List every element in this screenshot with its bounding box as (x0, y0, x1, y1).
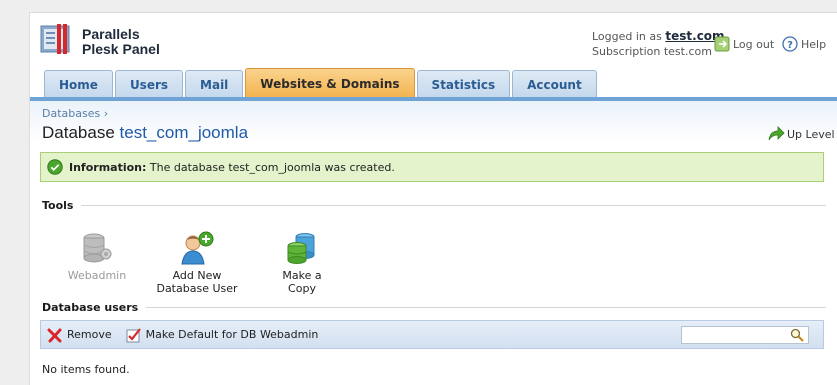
remove-label: Remove (67, 328, 112, 341)
database-name: test_com_joomla (119, 123, 249, 142)
make-default-check-icon (126, 327, 141, 342)
search-input[interactable] (682, 327, 786, 343)
remove-button[interactable]: Remove (47, 327, 112, 343)
help-label: Help (801, 37, 827, 51)
webadmin-tool[interactable]: Webadmin (67, 231, 127, 282)
add-new-database-user-tool[interactable]: Add New Database User (147, 231, 247, 295)
tab-websites-domains[interactable]: Websites & Domains (245, 68, 415, 99)
brand-name: Parallels (82, 26, 140, 42)
make-a-copy-tool[interactable]: Make a Copy (267, 231, 337, 295)
subscription-info: Subscription test.com (592, 45, 712, 58)
brand-product: Plesk Panel (82, 41, 160, 57)
tools-heading: Tools (42, 199, 74, 212)
breadcrumb[interactable]: Databases › (42, 107, 108, 120)
help-icon: ? (782, 36, 798, 52)
tab-mail[interactable]: Mail (185, 70, 244, 99)
info-message-label: Information: (69, 160, 147, 174)
remove-x-icon (47, 328, 62, 342)
up-level-label: Up Level (787, 127, 835, 141)
add-user-icon (181, 231, 214, 265)
database-users-section-header: Database users (42, 301, 826, 314)
success-check-icon (47, 159, 63, 175)
webadmin-label: Webadmin (67, 269, 127, 282)
search-icon[interactable] (790, 328, 804, 342)
add-new-database-user-label: Add New Database User (156, 269, 238, 295)
tab-account[interactable]: Account (512, 70, 597, 99)
search-box (681, 326, 809, 344)
main-tabs: Home Users Mail Websites & Domains Stati… (44, 68, 599, 99)
logged-in-prefix: Logged in as (592, 30, 662, 43)
logout-icon (714, 36, 730, 52)
empty-list-message: No items found. (42, 363, 130, 376)
tab-users[interactable]: Users (114, 70, 184, 99)
plesk-logo-icon (40, 24, 70, 54)
logged-in-info: Logged in as test.com (592, 29, 725, 43)
make-default-button[interactable]: Make Default for DB Webadmin (126, 327, 319, 343)
up-level-button[interactable]: Up Level (767, 126, 835, 142)
database-users-toolbar: Remove Make Default for DB Webadmin (40, 320, 824, 349)
tools-section-header: Tools (42, 199, 826, 212)
database-users-heading: Database users (42, 301, 139, 314)
make-a-copy-label: Make a Copy (282, 269, 322, 295)
plesk-window: Parallels Plesk Panel Logged in as test.… (29, 12, 837, 385)
database-users-divider (146, 307, 826, 308)
info-message-text: The database test_com_joomla was created… (149, 160, 395, 174)
tab-home[interactable]: Home (44, 70, 113, 99)
logout-button[interactable]: Log out (714, 36, 774, 52)
make-default-label: Make Default for DB Webadmin (145, 328, 319, 341)
help-button[interactable]: ? Help (782, 36, 826, 52)
page-title-prefix: Database (42, 123, 115, 142)
copy-database-icon (287, 233, 315, 264)
database-admin-icon (83, 233, 112, 263)
logout-label: Log out (733, 37, 775, 51)
page-title: Database test_com_joomla (42, 123, 248, 143)
tools-divider (81, 205, 826, 206)
svg-text:?: ? (787, 40, 793, 51)
tab-statistics[interactable]: Statistics (416, 70, 511, 99)
info-message: Information: The database test_com_jooml… (40, 152, 824, 182)
up-level-arrow-icon (768, 126, 785, 141)
